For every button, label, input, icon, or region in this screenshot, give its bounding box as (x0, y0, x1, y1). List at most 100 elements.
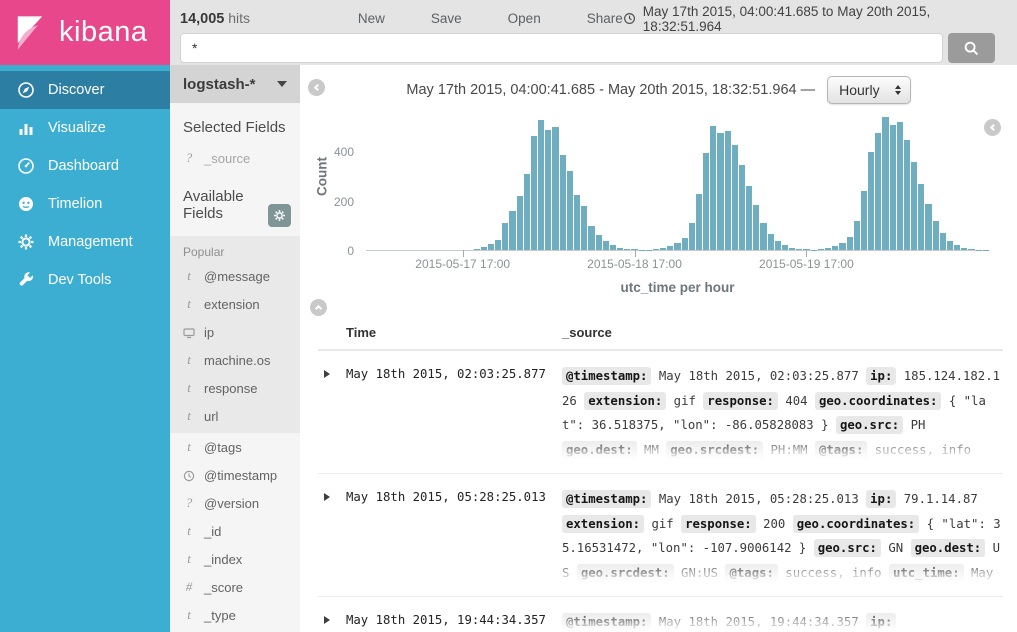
histogram-bar[interactable] (596, 235, 602, 250)
field-item-at-version[interactable]: ?@version (170, 489, 300, 517)
histogram-bar[interactable] (710, 126, 716, 250)
histogram-bar[interactable] (947, 241, 953, 250)
histogram-bar[interactable] (954, 245, 960, 250)
histogram-bar[interactable] (839, 243, 845, 250)
histogram-bar[interactable] (861, 191, 867, 250)
sidebar-item-discover[interactable]: Discover (0, 71, 170, 109)
histogram-bar[interactable] (739, 165, 745, 250)
histogram-bar[interactable] (689, 223, 695, 250)
histogram-bar[interactable] (847, 237, 853, 250)
field-item-response[interactable]: tresponse (170, 374, 300, 402)
histogram-bar[interactable] (653, 249, 659, 250)
field-item-at-tags[interactable]: t@tags (170, 433, 300, 461)
histogram-bar[interactable] (775, 241, 781, 250)
column-header-time[interactable]: Time (346, 325, 558, 340)
histogram-bar[interactable] (703, 153, 709, 250)
histogram-bar[interactable] (732, 145, 738, 250)
histogram-bar[interactable] (682, 238, 688, 250)
histogram-bar[interactable] (588, 226, 594, 250)
histogram-bar[interactable] (481, 247, 487, 250)
field-item-_source[interactable]: ?_source (170, 144, 300, 172)
field-item-extension[interactable]: textension (170, 290, 300, 318)
field-item-_score[interactable]: #_score (170, 573, 300, 601)
histogram-bar[interactable] (610, 245, 616, 250)
save-button[interactable]: Save (431, 11, 462, 26)
collapse-panel-button[interactable] (308, 79, 325, 96)
histogram-bar[interactable] (531, 136, 537, 250)
histogram-bar[interactable] (925, 204, 931, 250)
histogram-bar[interactable] (746, 186, 752, 250)
histogram-bar[interactable] (782, 245, 788, 250)
histogram-bar[interactable] (961, 248, 967, 250)
histogram-bar[interactable] (509, 211, 515, 250)
search-input[interactable] (180, 33, 943, 63)
histogram-bar[interactable] (581, 206, 587, 250)
expand-row-button[interactable] (318, 610, 346, 632)
histogram-bar[interactable] (717, 133, 723, 250)
field-item-_index[interactable]: t_index (170, 545, 300, 573)
sidebar-item-management[interactable]: Management (0, 223, 170, 261)
histogram-bar[interactable] (502, 223, 508, 250)
histogram-bar[interactable] (818, 249, 824, 250)
histogram-bar[interactable] (495, 240, 501, 250)
field-item-url[interactable]: turl (170, 402, 300, 430)
histogram-bar[interactable] (832, 246, 838, 250)
histogram-bar[interactable] (524, 174, 530, 250)
histogram-bar[interactable] (660, 248, 666, 250)
histogram-bar[interactable] (474, 249, 480, 250)
histogram-bar[interactable] (854, 221, 860, 250)
histogram-bar[interactable] (911, 162, 917, 250)
histogram-bar[interactable] (545, 130, 551, 250)
histogram-bar[interactable] (918, 184, 924, 250)
histogram-bar[interactable] (933, 221, 939, 250)
sidebar-item-timelion[interactable]: Timelion (0, 185, 170, 223)
histogram-bar[interactable] (567, 171, 573, 251)
field-item-machine.os[interactable]: tmachine.os (170, 346, 300, 374)
timepicker-button[interactable]: May 17th 2015, 04:00:41.685 to May 20th … (623, 4, 965, 34)
histogram-bar[interactable] (968, 249, 974, 250)
histogram-bar[interactable] (574, 195, 580, 250)
histogram-bar[interactable] (789, 248, 795, 250)
histogram-bar[interactable] (552, 127, 558, 250)
histogram-bar[interactable] (538, 120, 544, 250)
histogram-bar[interactable] (560, 155, 566, 250)
histogram-bar[interactable] (674, 243, 680, 250)
histogram-bar[interactable] (624, 249, 630, 250)
interval-select[interactable]: Hourly (827, 76, 910, 104)
histogram-bar[interactable] (768, 234, 774, 250)
field-item-at-timestamp[interactable]: @timestamp (170, 461, 300, 489)
histogram-bar[interactable] (617, 248, 623, 250)
histogram-bar[interactable] (875, 133, 881, 250)
histogram-bar[interactable] (753, 205, 759, 250)
histogram-bar[interactable] (696, 194, 702, 250)
sidebar-item-dashboard[interactable]: Dashboard (0, 147, 170, 185)
share-button[interactable]: Share (587, 11, 623, 26)
histogram-bar[interactable] (897, 122, 903, 250)
expand-row-button[interactable] (318, 487, 346, 586)
field-settings-button[interactable] (268, 204, 291, 227)
histogram-bar[interactable] (825, 248, 831, 250)
expand-row-button[interactable] (318, 364, 346, 463)
histogram-bar[interactable] (882, 117, 888, 250)
histogram-bar[interactable] (760, 223, 766, 250)
histogram-bar[interactable] (868, 152, 874, 250)
open-button[interactable]: Open (508, 11, 541, 26)
field-item-_type[interactable]: t_type (170, 601, 300, 629)
index-pattern-selector[interactable]: logstash-* (170, 65, 300, 103)
histogram-bar[interactable] (904, 140, 910, 250)
histogram-bar[interactable] (488, 244, 494, 250)
histogram-bar[interactable] (796, 249, 802, 250)
field-item-ip[interactable]: ip (170, 318, 300, 346)
histogram-bar[interactable] (603, 241, 609, 250)
histogram-bar[interactable] (517, 196, 523, 250)
histogram-bar[interactable] (890, 125, 896, 250)
histogram-bar[interactable] (725, 131, 731, 250)
histogram-bar[interactable] (667, 246, 673, 250)
new-button[interactable]: New (358, 11, 385, 26)
field-item-_id[interactable]: t_id (170, 517, 300, 545)
sidebar-item-visualize[interactable]: Visualize (0, 109, 170, 147)
collapse-chart-button[interactable] (310, 299, 1017, 317)
search-button[interactable] (948, 33, 995, 63)
sidebar-item-dev-tools[interactable]: Dev Tools (0, 261, 170, 299)
field-item-at-message[interactable]: t@message (170, 262, 300, 290)
